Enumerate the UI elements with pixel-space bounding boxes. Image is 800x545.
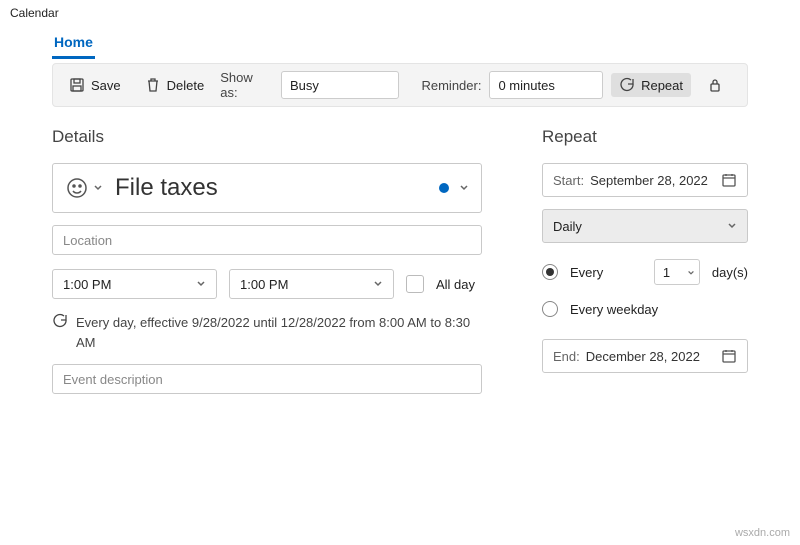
- reminder-select[interactable]: 0 minutes: [489, 71, 603, 99]
- details-panel: Details Location 1:00 PM: [52, 127, 482, 394]
- every-label: Every: [570, 265, 603, 280]
- weekday-label: Every weekday: [570, 302, 658, 317]
- recurrence-text: Every day, effective 9/28/2022 until 12/…: [76, 313, 482, 352]
- frequency-select[interactable]: Daily: [542, 209, 748, 243]
- recurrence-summary: Every day, effective 9/28/2022 until 12/…: [52, 313, 482, 352]
- every-unit-label: day(s): [712, 265, 748, 280]
- save-label: Save: [91, 78, 121, 93]
- chevron-down-icon: [727, 219, 737, 234]
- showas-value: Busy: [290, 78, 319, 93]
- showas-label: Show as:: [220, 70, 273, 100]
- event-title-input[interactable]: [113, 173, 429, 203]
- weekday-radio[interactable]: [542, 301, 558, 317]
- emoji-button[interactable]: [65, 176, 103, 200]
- chevron-down-icon: [687, 265, 695, 280]
- reminder-value: 0 minutes: [498, 78, 554, 93]
- repeat-start-label: Start:: [553, 173, 584, 188]
- calendar-icon: [721, 172, 737, 188]
- every-radio[interactable]: [542, 264, 558, 280]
- showas-select[interactable]: Busy: [281, 71, 400, 99]
- start-time-value: 1:00 PM: [63, 277, 111, 292]
- reminder-label: Reminder:: [421, 78, 481, 93]
- all-day-label: All day: [436, 277, 475, 292]
- repeat-start-field[interactable]: Start: September 28, 2022: [542, 163, 748, 197]
- repeat-end-value: December 28, 2022: [586, 349, 715, 364]
- every-weekday-row: Every weekday: [542, 301, 748, 317]
- repeat-label: Repeat: [641, 78, 683, 93]
- calendar-icon: [721, 348, 737, 364]
- chevron-down-icon: [93, 181, 103, 196]
- tab-bar: Home: [0, 26, 800, 59]
- all-day-checkbox[interactable]: [406, 275, 424, 293]
- private-button[interactable]: [699, 73, 731, 97]
- repeat-start-value: September 28, 2022: [590, 173, 715, 188]
- tab-home[interactable]: Home: [52, 26, 95, 59]
- end-time-value: 1:00 PM: [240, 277, 288, 292]
- repeat-end-field[interactable]: End: December 28, 2022: [542, 339, 748, 373]
- window-title: Calendar: [0, 0, 800, 26]
- watermark: wsxdn.com: [735, 527, 790, 539]
- delete-button[interactable]: Delete: [137, 73, 213, 97]
- start-time-select[interactable]: 1:00 PM: [52, 269, 217, 299]
- content-area: Details Location 1:00 PM: [0, 107, 800, 394]
- end-time-select[interactable]: 1:00 PM: [229, 269, 394, 299]
- save-icon: [69, 77, 85, 93]
- category-dot[interactable]: [439, 183, 449, 193]
- repeat-icon: [52, 313, 68, 329]
- every-n-days-row: Every 1 day(s): [542, 259, 748, 285]
- details-heading: Details: [52, 127, 482, 147]
- smiley-icon: [65, 176, 89, 200]
- description-input[interactable]: Event description: [52, 364, 482, 394]
- lock-icon: [707, 77, 723, 93]
- chevron-down-icon: [196, 277, 206, 292]
- repeat-end-label: End:: [553, 349, 580, 364]
- time-row: 1:00 PM 1:00 PM All day: [52, 269, 482, 299]
- event-title-box: [52, 163, 482, 213]
- repeat-icon: [619, 77, 635, 93]
- repeat-heading: Repeat: [542, 127, 748, 147]
- repeat-button[interactable]: Repeat: [611, 73, 691, 97]
- location-placeholder: Location: [63, 233, 112, 248]
- chevron-down-icon: [373, 277, 383, 292]
- location-input[interactable]: Location: [52, 225, 482, 255]
- description-placeholder: Event description: [63, 372, 163, 387]
- repeat-panel: Repeat Start: September 28, 2022 Daily E…: [542, 127, 748, 394]
- every-count-value: 1: [663, 265, 670, 280]
- every-count-input[interactable]: 1: [654, 259, 700, 285]
- trash-icon: [145, 77, 161, 93]
- toolbar: Save Delete Show as: Busy Reminder: 0 mi…: [52, 63, 748, 107]
- frequency-value: Daily: [553, 219, 582, 234]
- delete-label: Delete: [167, 78, 205, 93]
- save-button[interactable]: Save: [61, 73, 129, 97]
- category-chevron-icon[interactable]: [459, 181, 469, 196]
